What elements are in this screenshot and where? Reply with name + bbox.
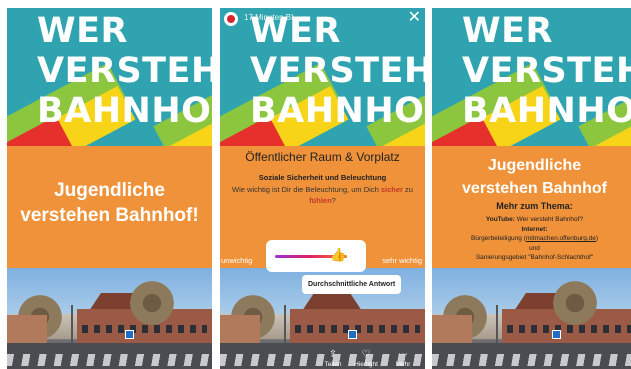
section-heading: Öffentlicher Raum & Vorplatz	[245, 150, 400, 164]
story-panel-2: WER VERSTEHT BAHNHOF? 17 Minuten BI... ✕…	[220, 8, 425, 369]
story-header: 17 Minuten BI... ✕	[224, 10, 421, 27]
banner-headline: WER VERSTEHT BAHNHOF?	[37, 11, 212, 131]
banner-headline: WER VERSTEHT BAHNHOF?	[250, 11, 425, 131]
story-action-bar: ⇪ Teilen ♡ Hierlight ⋯ Mehr	[220, 343, 425, 369]
station-photo	[7, 268, 212, 369]
average-answer-tooltip: Durchschnittliche Antwort	[302, 275, 402, 294]
highlight-button[interactable]: ♡ Hierlight	[351, 349, 381, 368]
slider-thumb-emoji[interactable]: 👍	[330, 247, 346, 263]
more-info-heading: Mehr zum Thema:	[496, 201, 573, 211]
more-info-list: YouTube: Wer versteht Bahnhof? Internet:…	[470, 216, 599, 261]
story-panel-1: WER VERSTEHT BAHNHOF? Jugendliche verste…	[7, 8, 212, 369]
emoji-slider[interactable]: 👍	[266, 240, 366, 272]
story-username[interactable]: 17 Minuten BI...	[244, 13, 300, 22]
avatar[interactable]	[224, 12, 238, 26]
story-title: Jugendliche verstehen Bahnhof	[462, 157, 607, 197]
more-icon: ⋯	[398, 349, 408, 360]
story-panel-3: WER VERSTEHT BAHNHOF? Jugendliche verste…	[432, 8, 631, 369]
question-text: Wie wichtig ist Dir die Beleuchtung, um …	[232, 185, 413, 205]
campaign-banner: WER VERSTEHT BAHNHOF?	[220, 8, 425, 146]
close-icon[interactable]: ✕	[408, 10, 421, 26]
more-button[interactable]: ⋯ Mehr	[388, 349, 418, 368]
share-icon: ⇪	[328, 349, 338, 360]
question-title: Soziale Sicherheit und Beleuchtung	[258, 173, 387, 182]
website-link[interactable]: mitmachen.offenburg.de	[526, 235, 596, 242]
scale-min-label: unwichtig	[221, 256, 253, 265]
highlight-icon: ♡	[361, 349, 371, 360]
story-title: Jugendliche verstehen Bahnhof!	[20, 180, 199, 226]
share-button[interactable]: ⇪ Teilen	[318, 349, 348, 368]
campaign-banner: WER VERSTEHT BAHNHOF?	[432, 8, 631, 146]
campaign-banner: WER VERSTEHT BAHNHOF?	[7, 8, 212, 146]
scale-max-label: sehr wichtig	[382, 256, 422, 265]
station-photo	[432, 268, 631, 369]
banner-headline: WER VERSTEHT BAHNHOF?	[462, 11, 631, 131]
